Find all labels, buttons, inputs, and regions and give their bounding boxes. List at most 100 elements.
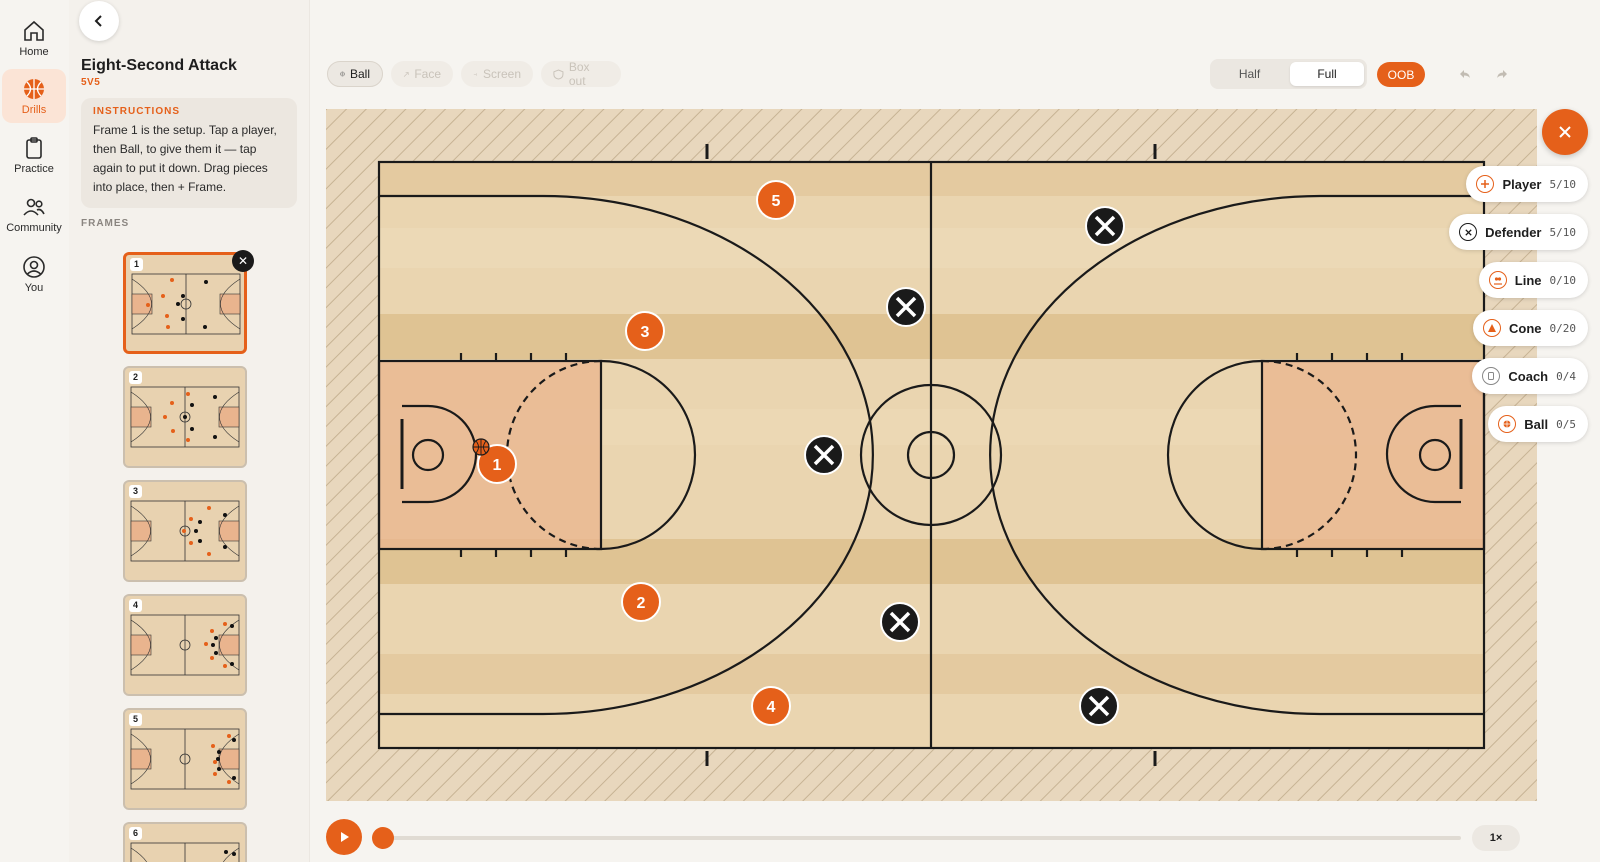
player-token-4: 4 bbox=[751, 686, 791, 726]
nav-drills[interactable]: Drills bbox=[2, 69, 66, 123]
tool-box-out[interactable]: Box out bbox=[541, 60, 621, 88]
close-icon bbox=[1559, 126, 1571, 138]
play-button[interactable] bbox=[326, 819, 362, 855]
basketball-icon bbox=[24, 78, 44, 99]
instructions-text: Frame 1 is the setup. Tap a player, then… bbox=[93, 123, 277, 194]
screen-icon bbox=[473, 72, 477, 76]
nav-home[interactable]: Home bbox=[2, 11, 66, 65]
home-icon bbox=[24, 20, 44, 41]
oob-button[interactable]: OOB bbox=[1377, 62, 1425, 87]
frame-preview bbox=[130, 614, 240, 676]
frame-number: 2 bbox=[129, 371, 142, 384]
arrow-icon bbox=[403, 71, 409, 77]
nav-drills-label: Drills bbox=[21, 103, 47, 116]
chevron-left-icon bbox=[94, 15, 102, 27]
defender-x-icon bbox=[1085, 206, 1125, 246]
drill-title: Eight-Second Attack bbox=[81, 57, 237, 74]
coach-icon bbox=[1482, 367, 1501, 385]
nav-you[interactable]: You bbox=[2, 247, 66, 301]
frame-thumb-5[interactable]: 5 bbox=[123, 708, 247, 810]
basketball-court: 5 3 1 2 4 bbox=[326, 109, 1537, 801]
ball-icon bbox=[472, 438, 490, 456]
palette-coach[interactable]: Coach 0/4 bbox=[1472, 358, 1588, 394]
tool-ball[interactable]: Ball bbox=[327, 61, 383, 87]
people-icon bbox=[23, 198, 45, 216]
basketball-icon bbox=[340, 71, 345, 77]
court-canvas[interactable]: 5 3 1 2 4 bbox=[326, 109, 1537, 801]
frame-preview bbox=[130, 728, 240, 790]
undo-icon bbox=[1460, 70, 1470, 78]
palette-coach-count: 0/4 bbox=[1556, 369, 1576, 383]
player-number: 4 bbox=[767, 699, 776, 716]
nav-home-label: Home bbox=[19, 45, 49, 58]
defender-x-icon bbox=[804, 435, 844, 475]
delete-frame-button[interactable]: ✕ bbox=[232, 250, 254, 272]
player-number: 5 bbox=[772, 193, 781, 210]
side-nav: Home Drills Practice Community You bbox=[0, 0, 70, 862]
back-button[interactable] bbox=[79, 1, 119, 41]
tool-ball-label: Ball bbox=[349, 67, 370, 81]
palette-defender[interactable]: Defender 5/10 bbox=[1449, 214, 1588, 250]
palette-line[interactable]: Line 0/10 bbox=[1478, 262, 1588, 298]
play-icon bbox=[341, 832, 349, 842]
close-palette-button[interactable] bbox=[1542, 109, 1588, 155]
palette-line-label: Line bbox=[1514, 272, 1542, 288]
nav-practice-label: Practice bbox=[14, 162, 54, 175]
player-token-5: 5 bbox=[756, 180, 796, 220]
frame-number: 1 bbox=[130, 258, 143, 271]
frame-preview bbox=[130, 386, 240, 448]
frame-thumb-2[interactable]: 2 bbox=[123, 366, 247, 468]
tool-box-out-label: Box out bbox=[568, 60, 590, 88]
palette-cone-label: Cone bbox=[1509, 320, 1542, 336]
undo-button[interactable] bbox=[1451, 60, 1479, 88]
frame-number: 5 bbox=[129, 713, 142, 726]
frame-preview bbox=[131, 273, 241, 335]
view-half-button[interactable]: Half bbox=[1213, 62, 1286, 86]
palette-cone[interactable]: Cone 0/20 bbox=[1473, 310, 1588, 346]
tool-face-label: Face bbox=[414, 67, 441, 81]
nav-practice[interactable]: Practice bbox=[2, 128, 66, 182]
tool-screen[interactable]: Screen bbox=[461, 61, 533, 87]
timeline-scrubber[interactable] bbox=[372, 827, 394, 849]
redo-button[interactable] bbox=[1488, 60, 1516, 88]
redo-icon bbox=[1497, 70, 1507, 78]
frame-number: 3 bbox=[129, 485, 142, 498]
nav-you-label: You bbox=[24, 281, 44, 294]
frames-label: FRAMES bbox=[81, 218, 130, 229]
drill-format: 5V5 bbox=[81, 77, 101, 88]
player-number: 1 bbox=[493, 457, 502, 474]
palette-cone-count: 0/20 bbox=[1549, 321, 1577, 335]
nav-community-label: Community bbox=[6, 221, 62, 234]
frame-thumb-3[interactable]: 3 bbox=[123, 480, 247, 582]
palette-defender-label: Defender bbox=[1485, 224, 1542, 240]
view-full-button[interactable]: Full bbox=[1290, 62, 1364, 86]
palette-player-label: Player bbox=[1502, 176, 1542, 192]
cone-icon bbox=[1483, 319, 1501, 337]
frame-thumb-6[interactable]: 6 bbox=[123, 822, 247, 862]
player-token-2: 2 bbox=[621, 582, 661, 622]
frame-thumb-1[interactable]: 1 bbox=[123, 252, 247, 354]
palette-line-count: 0/10 bbox=[1549, 273, 1577, 287]
frame-number: 6 bbox=[129, 827, 142, 840]
frame-thumb-4[interactable]: 4 bbox=[123, 594, 247, 696]
frame-number: 4 bbox=[129, 599, 142, 612]
palette-player[interactable]: Player 5/10 bbox=[1466, 166, 1588, 202]
close-icon: ✕ bbox=[237, 254, 249, 268]
palette-ball[interactable]: Ball 0/5 bbox=[1488, 406, 1588, 442]
instructions-card: INSTRUCTIONS Frame 1 is the setup. Tap a… bbox=[81, 98, 297, 208]
player-add-icon bbox=[1476, 175, 1495, 193]
court-view-toggle: Half Full bbox=[1210, 59, 1367, 89]
palette-coach-label: Coach bbox=[1508, 368, 1549, 384]
shield-icon bbox=[553, 68, 564, 80]
instructions-label: INSTRUCTIONS bbox=[93, 106, 180, 117]
ball-icon bbox=[1498, 415, 1517, 433]
line-icon bbox=[1488, 271, 1507, 289]
frame-preview bbox=[130, 500, 240, 562]
player-number: 3 bbox=[641, 324, 650, 341]
tool-screen-label: Screen bbox=[482, 67, 521, 81]
speed-button[interactable]: 1× bbox=[1472, 825, 1520, 851]
nav-community[interactable]: Community bbox=[2, 187, 66, 241]
tool-face[interactable]: Face bbox=[391, 61, 453, 87]
palette-ball-label: Ball bbox=[1524, 416, 1549, 432]
timeline-track[interactable] bbox=[383, 836, 1461, 840]
